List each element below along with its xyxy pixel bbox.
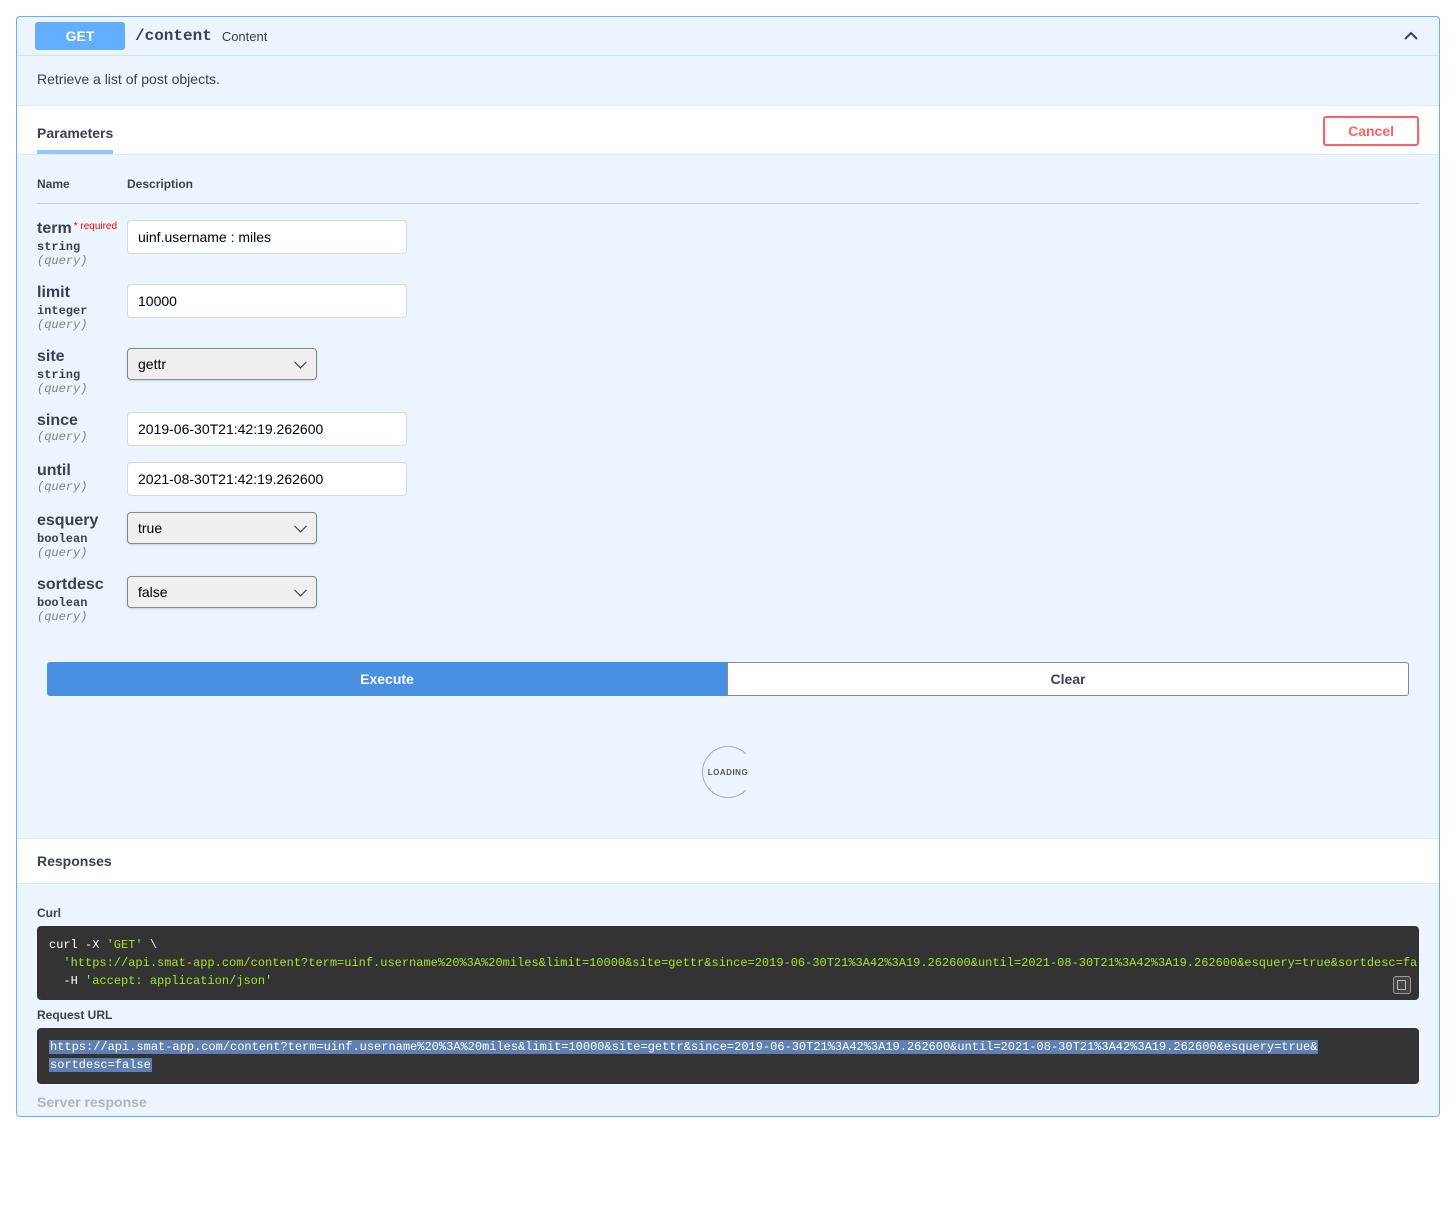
loading-indicator: LOADING [17,716,1439,838]
sortdesc-select-wrap: false [127,576,317,608]
operation-description: Retrieve a list of post objects. [37,71,1419,87]
param-in: (query) [37,546,127,560]
parameters-tab[interactable]: Parameters [37,115,113,154]
required-badge: required [72,221,117,232]
esquery-select[interactable]: true [127,512,317,544]
param-type: string [37,368,127,382]
param-name: site [37,348,65,365]
curl-text: -H [49,974,85,988]
sortdesc-select[interactable]: false [127,576,317,608]
curl-text: 'accept: application/json' [85,974,272,988]
operation-path: /content [135,27,212,45]
param-in: (query) [37,430,127,444]
site-select-wrap: gettr [127,348,317,380]
param-name: sortdesc [37,576,104,593]
curl-text: \ [143,938,157,952]
param-in: (query) [37,254,127,268]
request-url-block: https://api.smat-app.com/content?term=ui… [37,1028,1419,1084]
param-name: until [37,462,71,479]
curl-block: curl -X 'GET' \ 'https://api.smat-app.co… [37,926,1419,1000]
parameters-table: Name Description termrequired string (qu… [17,155,1439,662]
param-row-term: termrequired string (query) [37,212,1419,276]
curl-text: 'https://api.smat-app.com/content?term=u… [49,956,1419,970]
curl-label: Curl [37,906,1419,920]
parameters-bar: Parameters Cancel [17,105,1439,155]
param-in: (query) [37,382,127,396]
request-url-text: https://api.smat-app.com/content?term=ui… [49,1040,1318,1054]
copy-icon[interactable] [1393,976,1411,994]
param-row-esquery: esquery boolean (query) true [37,504,1419,568]
server-response-label: Server response [37,1094,1419,1110]
param-name: since [37,412,78,429]
param-in: (query) [37,610,127,624]
param-row-site: site string (query) gettr [37,340,1419,404]
responses-body: Curl curl -X 'GET' \ 'https://api.smat-a… [17,884,1439,1116]
cancel-button[interactable]: Cancel [1323,116,1419,146]
param-in: (query) [37,480,127,494]
clear-button[interactable]: Clear [727,662,1409,696]
param-type: boolean [37,532,127,546]
action-buttons: Execute Clear [17,662,1439,716]
chevron-up-icon[interactable] [1401,26,1421,46]
param-type: boolean [37,596,127,610]
param-name: term [37,220,72,237]
column-description: Description [127,177,193,191]
column-name: Name [37,177,127,191]
operation-summary: Content [222,29,268,44]
param-row-until: until (query) [37,454,1419,504]
param-name: esquery [37,512,98,529]
term-input[interactable] [127,220,407,254]
request-url-label: Request URL [37,1008,1419,1022]
operation-description-area: Retrieve a list of post objects. [17,56,1439,105]
esquery-select-wrap: true [127,512,317,544]
param-name: limit [37,284,70,301]
curl-text: curl -X [49,938,107,952]
since-input[interactable] [127,412,407,446]
param-row-sortdesc: sortdesc boolean (query) false [37,568,1419,632]
until-input[interactable] [127,462,407,496]
execute-button[interactable]: Execute [47,662,727,696]
operation-panel: GET /content Content Retrieve a list of … [16,16,1440,1117]
param-type: integer [37,304,127,318]
param-type: string [37,240,127,254]
responses-bar: Responses [17,838,1439,884]
parameters-header-row: Name Description [37,165,1419,204]
site-select[interactable]: gettr [127,348,317,380]
param-row-since: since (query) [37,404,1419,454]
curl-text: 'GET' [107,938,143,952]
operation-header[interactable]: GET /content Content [17,17,1439,56]
limit-input[interactable] [127,284,407,318]
request-url-text: sortdesc=false [49,1058,152,1072]
responses-label: Responses [37,853,112,869]
param-in: (query) [37,318,127,332]
method-badge: GET [35,22,125,50]
spinner-icon: LOADING [702,746,754,798]
param-row-limit: limit integer (query) [37,276,1419,340]
